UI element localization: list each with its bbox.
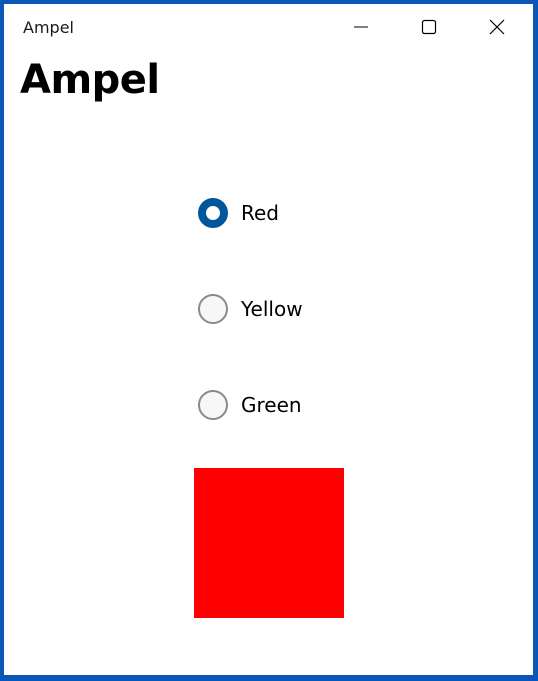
close-icon: [489, 19, 505, 35]
minimize-button[interactable]: [327, 4, 395, 50]
traffic-light-color-box: [194, 468, 344, 618]
title-bar[interactable]: Ampel: [4, 4, 533, 50]
radio-button-circle[interactable]: [198, 198, 228, 228]
radio-yellow[interactable]: Yellow: [198, 293, 303, 325]
page-title: Ampel: [20, 57, 160, 103]
maximize-icon: [421, 19, 437, 35]
maximize-button[interactable]: [395, 4, 463, 50]
radio-label: Green: [241, 393, 302, 417]
radio-button-circle[interactable]: [198, 390, 228, 420]
radio-label: Red: [241, 201, 279, 225]
close-button[interactable]: [463, 4, 531, 50]
window-title: Ampel: [23, 18, 74, 37]
radio-button-circle[interactable]: [198, 294, 228, 324]
radio-red[interactable]: Red: [198, 197, 279, 229]
minimize-icon: [353, 19, 369, 35]
radio-green[interactable]: Green: [198, 389, 302, 421]
radio-label: Yellow: [241, 297, 303, 321]
app-window: Ampel Ampel Red Yellow Green: [4, 4, 533, 675]
